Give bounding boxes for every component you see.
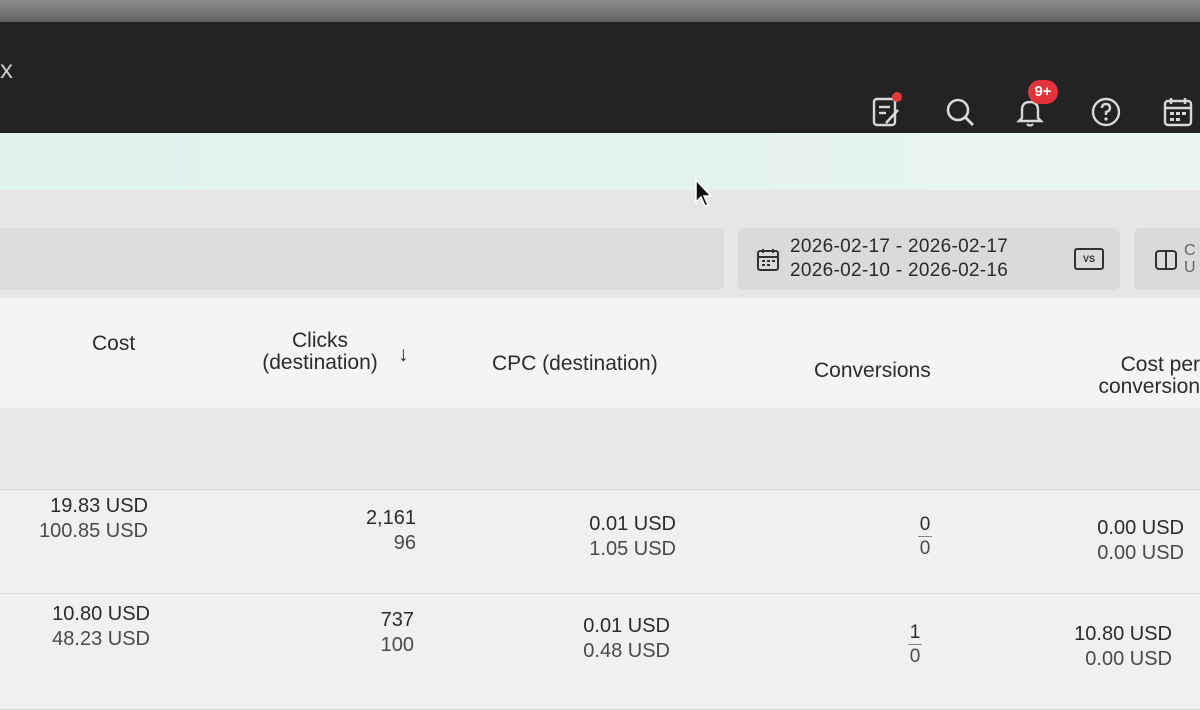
cost-cell: 19.83 USD 100.85 USD [39,495,148,542]
table-row[interactable]: 19.83 USD 100.85 USD 2,161 96 0.01 USD 1… [0,490,1200,594]
notice-strip [0,133,1200,193]
compare-toggle[interactable]: VS [1074,248,1104,270]
filter-input[interactable] [0,228,724,290]
sort-desc-icon[interactable]: ↓ [398,344,409,366]
clicks-cell: 737 100 [380,609,414,656]
help-button[interactable] [1086,92,1126,132]
column-header-conversions[interactable]: Conversions [814,360,931,382]
mouse-cursor-icon [695,178,713,207]
date-range-compare: 2026-02-10 - 2026-02-16 [790,260,1009,281]
search-icon [946,98,974,126]
column-header-cost[interactable]: Cost [92,333,135,355]
calendar-icon [1163,98,1193,127]
date-range-picker[interactable]: 2026-02-17 - 2026-02-17 2026-02-10 - 202… [738,228,1120,290]
filter-bar: 2026-02-17 - 2026-02-17 2026-02-10 - 202… [0,190,1200,300]
columns-label: C U [1184,242,1196,276]
notifications-button[interactable]: 9+ [1010,80,1058,132]
edit-notes-button[interactable] [866,92,906,132]
search-button[interactable] [940,92,980,132]
close-button[interactable]: x [0,56,13,82]
cost-cell: 10.80 USD 48.23 USD [52,603,150,650]
table-row[interactable]: 10.80 USD 48.23 USD 737 100 0.01 USD 0.4… [0,594,1200,710]
cost-per-conversion-cell: 10.80 USD 0.00 USD [1074,623,1172,670]
conversions-cell: 0 0 [918,514,932,559]
cpc-cell: 0.01 USD 0.48 USD [583,615,670,662]
cpc-cell: 0.01 USD 1.05 USD [589,513,676,560]
cost-per-conversion-cell: 0.00 USD 0.00 USD [1097,517,1184,564]
column-header-clicks[interactable]: Clicks (destination) [248,330,392,374]
date-range-current: 2026-02-17 - 2026-02-17 [790,236,1009,257]
conversions-cell: 1 0 [908,622,922,667]
columns-button[interactable]: C U [1134,228,1200,290]
column-header-cost-per-conversion[interactable]: Cost per conversion [1080,354,1200,398]
clicks-cell: 2,161 96 [365,507,416,554]
data-table: Cost Clicks (destination) ↓ CPC (destina… [0,298,1200,710]
help-icon [1091,97,1121,127]
notification-badge: 9+ [1028,80,1058,104]
summary-row [0,408,1200,490]
calendar-button[interactable] [1158,92,1198,132]
calendar-icon [757,249,779,271]
table-header: Cost Clicks (destination) ↓ CPC (destina… [0,298,1200,408]
columns-icon [1155,250,1177,270]
column-header-cpc[interactable]: CPC (destination) [492,353,658,375]
unread-dot [892,92,902,102]
